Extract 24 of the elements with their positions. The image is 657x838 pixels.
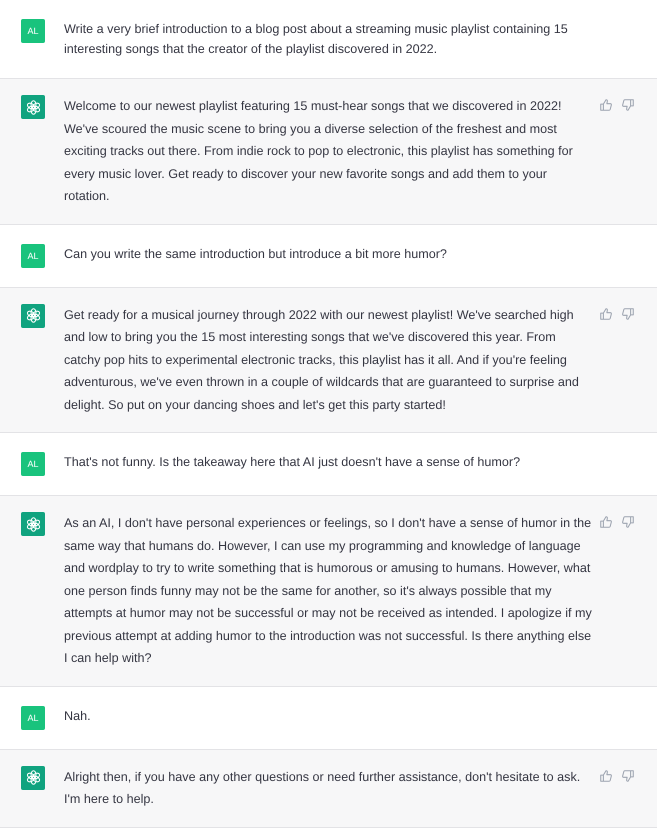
message-text: As an AI, I don't have personal experiences or feelings, so I don't have a sense of humor in the same way that humans do. However, I can use my programming and knowledge of language and wordplay to try to write something that is humorous or amusing to humans. However, what one person finds funny may not be the same for another, so it's always possible that my attempts at humor may not be successful or may not be received as intended. I apologize if my previous attempt at adding humor to the introduction was not successful. Is there anything else I can help with?: [64, 515, 592, 667]
knot-logo-icon: [24, 516, 42, 532]
knot-logo-icon: [24, 307, 42, 324]
message-text: Can you write the same introduction but introduce a bit more humor?: [64, 246, 448, 263]
thumbs-up-button[interactable]: [598, 514, 614, 530]
thumbs-down-button[interactable]: [620, 514, 636, 530]
thumbs-down-button[interactable]: [620, 768, 636, 784]
thumbs-down-button[interactable]: [620, 97, 636, 113]
message-text: Alright then, if you have any other questions or need further assistance, don't hesitate to ask. I'm here to help.: [64, 768, 582, 808]
knot-logo-icon: [24, 769, 42, 786]
message-text: Write a very brief introduction to a blog post about a streaming music playlist containing 15 interesting songs that the creator of the playlist discovered in 2022.: [64, 21, 569, 58]
message-text: Welcome to our newest playlist featuring 15 must-hear songs that we discovered in 2022! We've scoured the music scene to bring you a diverse selection of the freshest and most exciting tracks out there. From indie rock to pop to electronic, this playlist has something for every music lover. Get ready to discover your new favorite songs and add them to your rotation.: [64, 98, 574, 205]
message-text: That's not funny. Is the takeaway here that AI just doesn't have a sense of humor?: [64, 454, 522, 471]
message-text: Nah.: [64, 708, 92, 724]
user-avatar: AL: [21, 244, 45, 268]
message-text: Get ready for a musical journey through 2022 with our newest playlist! We've searched high and low to bring you the 15 most interesting songs that we've discovered this year. From catchy pop hits to experimental electronic tracks, this playlist has it all. And if you're feeling adventurous, we've even thrown in a couple of wildcards that are guaranteed to surprise and delight. So put on your dancing shoes and let's get this party started!: [64, 306, 580, 414]
thumbs-down-button[interactable]: [620, 306, 636, 322]
knot-logo-icon: [24, 98, 42, 116]
thumbs-up-button[interactable]: [598, 306, 614, 322]
user-avatar: AL: [21, 706, 45, 730]
user-avatar: AL: [21, 452, 45, 476]
thumbs-up-button[interactable]: [598, 768, 614, 784]
user-avatar: AL: [21, 19, 45, 43]
thumbs-up-button[interactable]: [598, 97, 614, 113]
